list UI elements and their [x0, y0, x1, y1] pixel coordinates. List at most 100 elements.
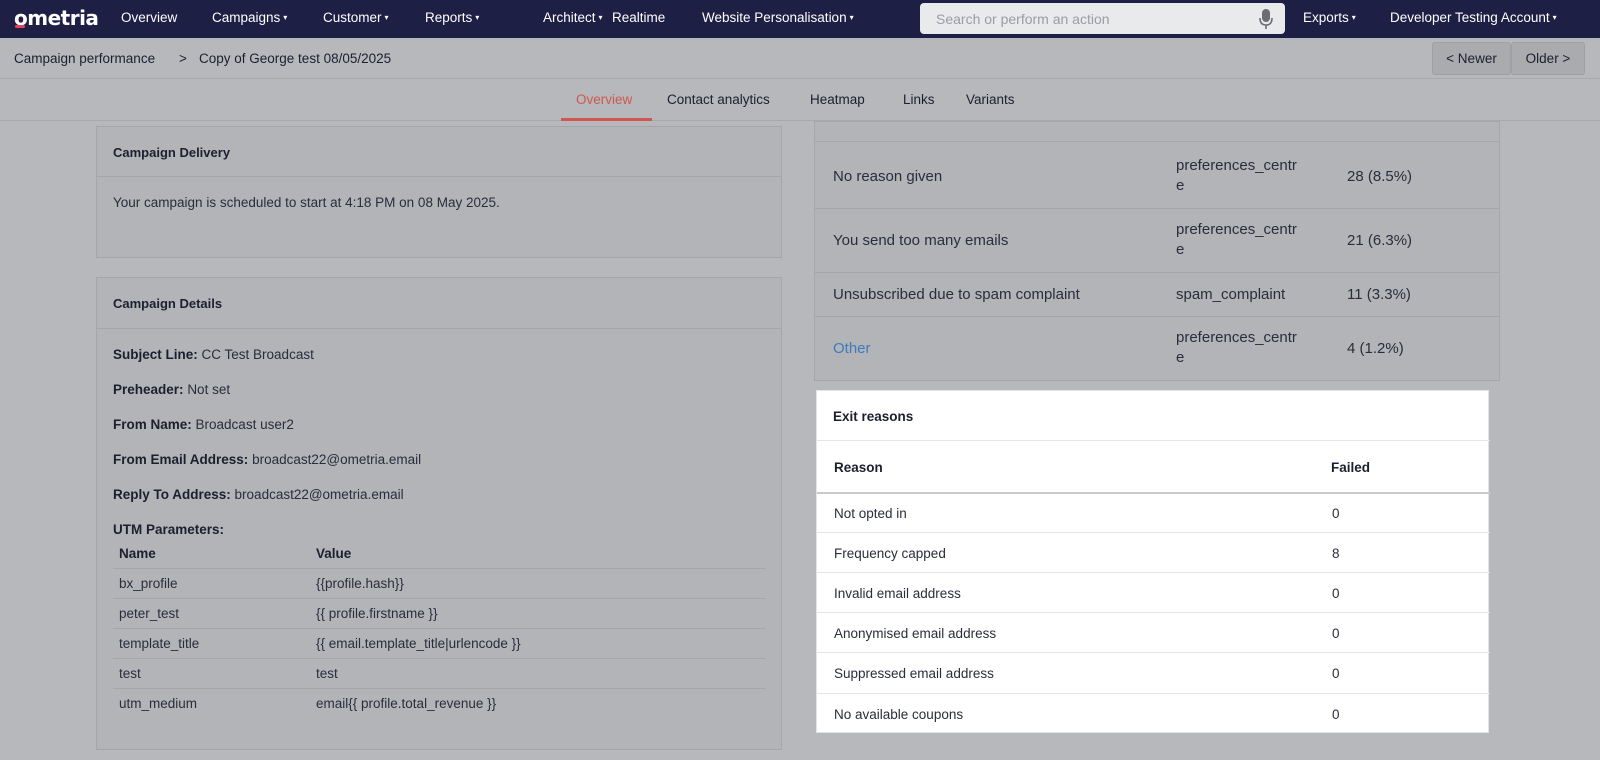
exit-reason: No available coupons [834, 707, 964, 722]
exit-reason: Frequency capped [834, 546, 946, 561]
exit-reasons-card: Exit reasons Reason Failed Not opted in … [816, 390, 1490, 733]
unsub-source: preferences_centr [1176, 221, 1297, 238]
divider [113, 658, 766, 659]
nav-reports-label: Reports [425, 10, 473, 25]
chevron-down-icon: ▾ [1351, 13, 1356, 22]
nav-exports[interactable]: Exports ▾ [1303, 10, 1356, 25]
newer-button[interactable]: < Newer [1432, 42, 1511, 75]
search-input[interactable] [920, 3, 1285, 34]
utm-value: test [316, 666, 338, 681]
divider [817, 532, 1490, 533]
divider [815, 316, 1499, 317]
nav-campaigns[interactable]: Campaigns ▾ [212, 10, 287, 25]
utm-header-name: Name [119, 546, 156, 561]
breadcrumb-current: Copy of George test 08/05/2025 [199, 51, 392, 66]
chevron-down-icon: ▾ [283, 13, 288, 22]
unsubscribe-reasons-table: No reason given preferences_centr e 28 (… [814, 121, 1500, 381]
field-label: From Email Address: [113, 452, 249, 467]
nav-overview[interactable]: Overview [121, 10, 177, 25]
unsub-source: preferences_centr [1176, 329, 1297, 346]
exit-failed-count: 0 [1332, 707, 1340, 722]
other-reason-link[interactable]: Other [833, 339, 871, 359]
nav-campaigns-label: Campaigns [212, 10, 281, 25]
field-label: Subject Line: [113, 347, 198, 362]
utm-value: {{ email.template_title|urlencode }} [316, 636, 521, 651]
field-value: CC Test Broadcast [201, 347, 314, 362]
unsub-reason: You send too many emails [833, 232, 1009, 249]
nav-overview-label: Overview [121, 10, 178, 25]
exit-reason: Not opted in [834, 506, 907, 521]
account-menu[interactable]: Developer Testing Account ▾ [1390, 10, 1557, 25]
utm-header-value: Value [316, 546, 352, 561]
utm-parameters-label: UTM Parameters: [113, 522, 225, 537]
divider [817, 492, 1490, 494]
exit-failed-count: 8 [1332, 546, 1340, 561]
exit-reasons-title: Exit reasons [833, 409, 914, 424]
divider [817, 440, 1490, 441]
campaign-details-title: Campaign Details [113, 296, 223, 311]
unsub-source: preferences_centr [1176, 157, 1297, 174]
tab-heatmap[interactable]: Heatmap [810, 92, 865, 107]
nav-architect[interactable]: Architect ▾ [543, 10, 603, 25]
breadcrumb-parent[interactable]: Campaign performance [14, 51, 155, 66]
reply-to-field: Reply To Address: broadcast22@ometria.em… [113, 487, 404, 502]
older-button[interactable]: Older > [1511, 42, 1585, 75]
tab-links[interactable]: Links [903, 92, 935, 107]
tab-variants[interactable]: Variants [966, 92, 1015, 107]
campaign-details-panel: Campaign Details Subject Line: CC Test B… [96, 277, 782, 750]
nav-architect-label: Architect [543, 10, 596, 25]
unsub-source-wrap: e [1176, 177, 1185, 194]
subject-line-field: Subject Line: CC Test Broadcast [113, 347, 314, 362]
nav-realtime-label: Realtime [612, 10, 666, 25]
chevron-down-icon: ▾ [1552, 13, 1557, 22]
tab-overview[interactable]: Overview [576, 92, 632, 107]
field-label: From Name: [113, 417, 192, 432]
divider [817, 612, 1490, 613]
unsub-count: 28 (8.5%) [1347, 168, 1413, 185]
chevron-down-icon: ▾ [849, 13, 854, 22]
unsub-reason: Unsubscribed due to spam complaint [833, 286, 1080, 303]
chevron-down-icon: ▾ [475, 13, 480, 22]
breadcrumb: Campaign performance > Copy of George te… [0, 38, 1600, 79]
divider [815, 208, 1499, 209]
campaign-delivery-panel: Campaign Delivery Your campaign is sched… [96, 126, 782, 258]
divider [815, 141, 1499, 142]
field-label: Reply To Address: [113, 487, 231, 502]
exit-failed-count: 0 [1332, 626, 1340, 641]
unsub-reason: No reason given [833, 168, 943, 185]
unsub-count: 4 (1.2%) [1347, 340, 1404, 357]
field-value: Not set [187, 382, 231, 397]
delivery-message: Your campaign is scheduled to start at 4… [113, 195, 500, 210]
nav-website-personalisation[interactable]: Website Personalisation ▾ [702, 10, 854, 25]
breadcrumb-separator: > [179, 51, 187, 66]
nav-reports[interactable]: Reports ▾ [425, 10, 479, 25]
nav-website-personalisation-label: Website Personalisation [702, 10, 847, 25]
utm-name: test [119, 666, 141, 681]
logo-accent [15, 25, 25, 28]
logo-text: ometria [14, 6, 99, 30]
from-name-field: From Name: Broadcast user2 [113, 417, 294, 432]
exit-reason: Anonymised email address [834, 626, 997, 641]
nav-realtime[interactable]: Realtime [612, 10, 665, 25]
exit-reason: Invalid email address [834, 586, 961, 601]
utm-name: utm_medium [119, 696, 198, 711]
unsub-count: 11 (3.3%) [1347, 286, 1411, 303]
unsub-count: 21 (6.3%) [1347, 232, 1413, 249]
top-nav: ometria Overview Campaigns ▾ Customer ▾ Re… [0, 0, 1600, 38]
microphone-icon[interactable] [1258, 8, 1274, 30]
active-tab-indicator [561, 118, 652, 121]
field-label: Preheader: [113, 382, 184, 397]
exit-header-failed: Failed [1331, 460, 1371, 475]
divider [113, 568, 766, 569]
field-value: Broadcast user2 [195, 417, 294, 432]
nav-customer[interactable]: Customer ▾ [323, 10, 389, 25]
divider [113, 628, 766, 629]
ometria-logo[interactable]: ometria [14, 6, 99, 30]
exit-header-reason: Reason [834, 460, 883, 475]
account-menu-label: Developer Testing Account [1390, 10, 1550, 25]
chevron-down-icon: ▾ [598, 13, 603, 22]
exit-failed-count: 0 [1332, 666, 1340, 681]
exit-failed-count: 0 [1332, 506, 1340, 521]
tab-contact-analytics[interactable]: Contact analytics [667, 92, 770, 107]
divider [97, 176, 781, 177]
